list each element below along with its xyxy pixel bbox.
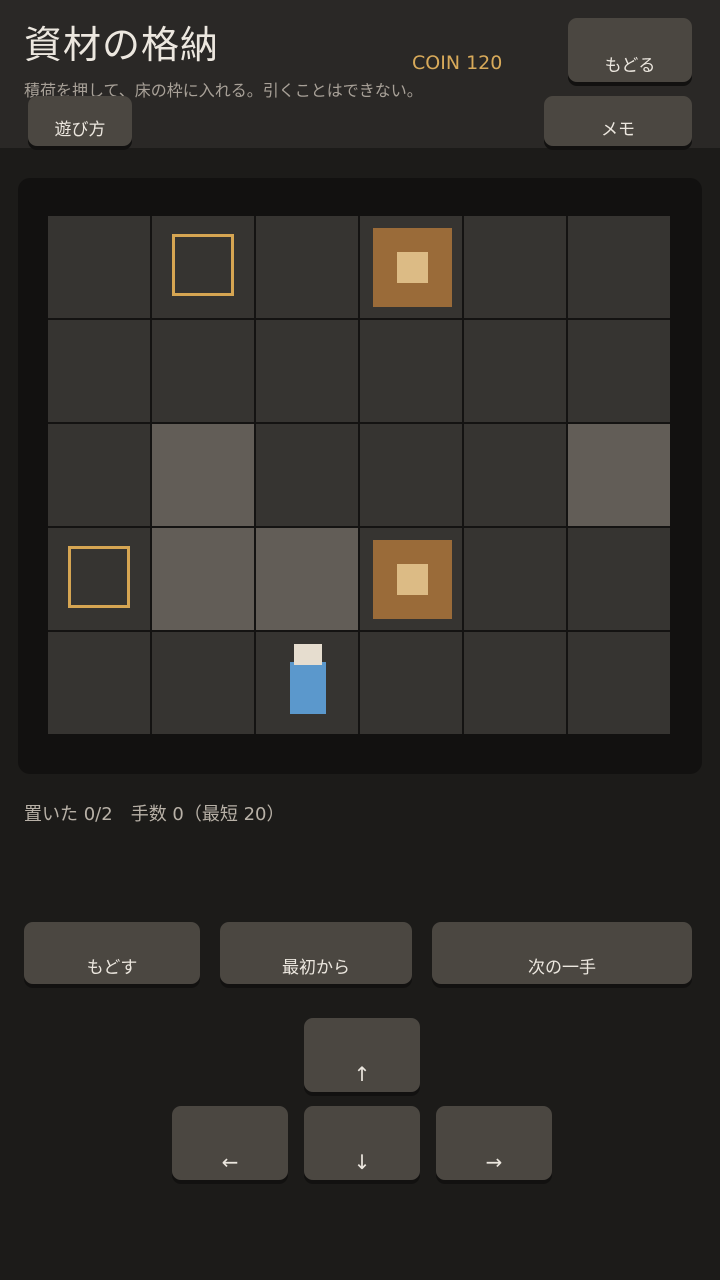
grid-cell-floor[interactable] <box>48 424 150 526</box>
back-button-label: もどる <box>604 56 656 76</box>
crate-core <box>397 564 428 595</box>
crate-block <box>373 228 452 307</box>
how-to-play-button[interactable]: 遊び方 <box>28 96 132 146</box>
grid-cell-floor[interactable] <box>360 320 462 422</box>
goal-frame <box>68 546 130 608</box>
grid-cell-floor[interactable] <box>568 528 670 630</box>
grid-cell-raised[interactable] <box>256 528 358 630</box>
back-button[interactable]: もどる <box>568 18 692 82</box>
restart-label: 最初から <box>282 958 350 978</box>
grid-cell-floor[interactable] <box>568 632 670 734</box>
restart-button[interactable]: 最初から <box>220 922 412 984</box>
move-left-button[interactable]: ← <box>172 1106 288 1180</box>
crate-core <box>397 252 428 283</box>
grid-cell-floor[interactable] <box>48 320 150 422</box>
grid-cell-floor[interactable] <box>464 632 566 734</box>
grid-cell-goal[interactable] <box>152 216 254 318</box>
arrow-down-icon: ↓ <box>353 1150 371 1174</box>
page-title: 資材の格納 <box>24 23 220 67</box>
grid-cell-floor[interactable] <box>568 320 670 422</box>
header-bar: 資材の格納 積荷を押して、床の枠に入れる。引くことはできない。 COIN 120… <box>0 0 720 148</box>
grid-cell-raised[interactable] <box>152 528 254 630</box>
grid-cell-floor[interactable] <box>48 632 150 734</box>
hint-label: 次の一手 <box>528 958 596 978</box>
player-character <box>290 644 326 716</box>
grid-cell-floor[interactable] <box>48 216 150 318</box>
progress-status: 置いた 0/2 手数 0（最短 20） <box>24 804 285 825</box>
undo-label: もどす <box>86 958 138 978</box>
grid-cell-player[interactable] <box>256 632 358 734</box>
grid-cell-floor[interactable] <box>360 632 462 734</box>
move-down-button[interactable]: ↓ <box>304 1106 420 1180</box>
undo-button[interactable]: もどす <box>24 922 200 984</box>
player-head <box>294 644 322 665</box>
memo-label: メモ <box>601 120 635 140</box>
grid-cell-goal[interactable] <box>48 528 150 630</box>
grid-cell-floor[interactable] <box>568 216 670 318</box>
grid-cell-floor[interactable] <box>464 424 566 526</box>
grid-cell-floor[interactable] <box>256 320 358 422</box>
grid-cell-raised[interactable] <box>568 424 670 526</box>
puzzle-grid[interactable] <box>48 216 670 734</box>
move-right-button[interactable]: → <box>436 1106 552 1180</box>
grid-cell-floor[interactable] <box>464 528 566 630</box>
arrow-left-icon: ← <box>221 1150 239 1174</box>
arrow-up-icon: ↑ <box>353 1062 371 1086</box>
crate-block <box>373 540 452 619</box>
grid-cell-crate[interactable] <box>360 528 462 630</box>
grid-cell-floor[interactable] <box>464 216 566 318</box>
grid-cell-floor[interactable] <box>152 320 254 422</box>
grid-cell-floor[interactable] <box>256 216 358 318</box>
grid-cell-raised[interactable] <box>152 424 254 526</box>
grid-cell-floor[interactable] <box>360 424 462 526</box>
grid-cell-floor[interactable] <box>256 424 358 526</box>
grid-cell-crate[interactable] <box>360 216 462 318</box>
hint-button[interactable]: 次の一手 <box>432 922 692 984</box>
coin-counter: COIN 120 <box>412 52 503 74</box>
goal-frame <box>172 234 234 296</box>
arrow-right-icon: → <box>485 1150 503 1174</box>
move-up-button[interactable]: ↑ <box>304 1018 420 1092</box>
how-to-play-label: 遊び方 <box>54 120 106 140</box>
grid-cell-floor[interactable] <box>464 320 566 422</box>
player-body <box>290 662 326 714</box>
memo-button[interactable]: メモ <box>544 96 692 146</box>
grid-cell-floor[interactable] <box>152 632 254 734</box>
